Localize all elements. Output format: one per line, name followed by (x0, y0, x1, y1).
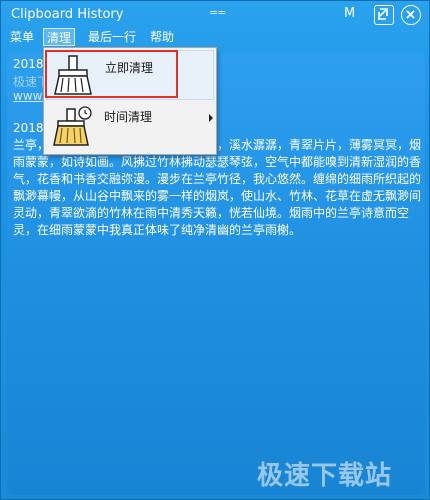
close-icon (406, 10, 415, 19)
menu-item-timed-clean[interactable]: 时间清理 (46, 102, 214, 152)
submenu-arrow-icon (209, 114, 213, 122)
restore-icon (378, 8, 388, 20)
menu-clean[interactable]: 清理 (43, 28, 76, 46)
restore-button[interactable] (374, 5, 394, 25)
close-button[interactable] (401, 5, 421, 25)
watermark: 极速下载站 (257, 461, 393, 491)
window-title: Clipboard History (11, 7, 124, 22)
title-bar[interactable]: Clipboard History == M (1, 1, 429, 29)
entry-link[interactable]: www. (13, 89, 45, 103)
drag-handle-icon[interactable]: == (209, 6, 226, 19)
menu-bar: 菜单 清理 最后一行 帮助 (1, 28, 429, 48)
mini-mode-button[interactable]: M (344, 6, 355, 21)
menu-item-label: 时间清理 (104, 110, 153, 124)
menu-last-line[interactable]: 最后一行 (85, 28, 139, 46)
menu-menu[interactable]: 菜单 (7, 28, 37, 46)
highlight-box (45, 50, 178, 98)
menu-help[interactable]: 帮助 (147, 28, 177, 46)
broom-clock-icon (53, 106, 92, 146)
clean-dropdown-menu: 立即清理 时间清理 (43, 47, 217, 155)
clipboard-history-window: Clipboard History == M 菜单 清理 最后一行 帮助 201… (0, 0, 430, 500)
